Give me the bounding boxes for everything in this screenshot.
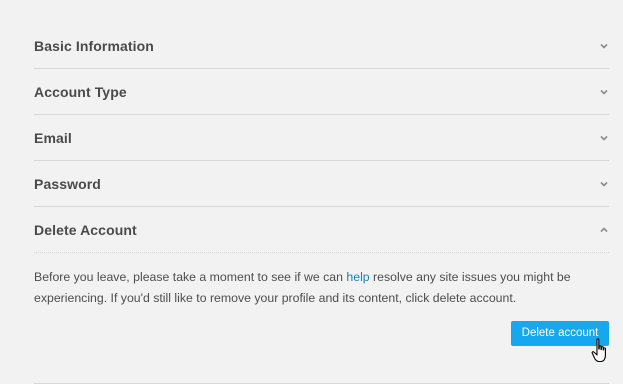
description-text-start: Before you leave, please take a moment t…	[34, 270, 347, 284]
chevron-down-icon[interactable]	[599, 134, 609, 142]
section-delete-account[interactable]: Delete Account	[34, 207, 609, 253]
chevron-down-icon[interactable]	[599, 88, 609, 96]
section-email[interactable]: Email	[34, 115, 609, 161]
account-settings-accordion: Basic Information Account Type Email Pas…	[34, 27, 609, 384]
chevron-up-icon[interactable]	[599, 226, 609, 234]
section-account-type[interactable]: Account Type	[34, 69, 609, 115]
section-title: Delete Account	[34, 221, 137, 238]
section-title: Account Type	[34, 83, 127, 100]
hand-pointer-cursor-icon	[591, 338, 606, 363]
delete-account-actions: Delete account	[34, 309, 609, 384]
section-title: Email	[34, 129, 72, 146]
delete-account-description: Before you leave, please take a moment t…	[34, 253, 609, 309]
section-title: Password	[34, 175, 101, 192]
section-basic-information[interactable]: Basic Information	[34, 23, 609, 69]
chevron-down-icon[interactable]	[599, 42, 609, 50]
section-title: Basic Information	[34, 37, 154, 54]
section-password[interactable]: Password	[34, 161, 609, 207]
help-link[interactable]: help	[346, 270, 369, 284]
chevron-down-icon[interactable]	[599, 180, 609, 188]
